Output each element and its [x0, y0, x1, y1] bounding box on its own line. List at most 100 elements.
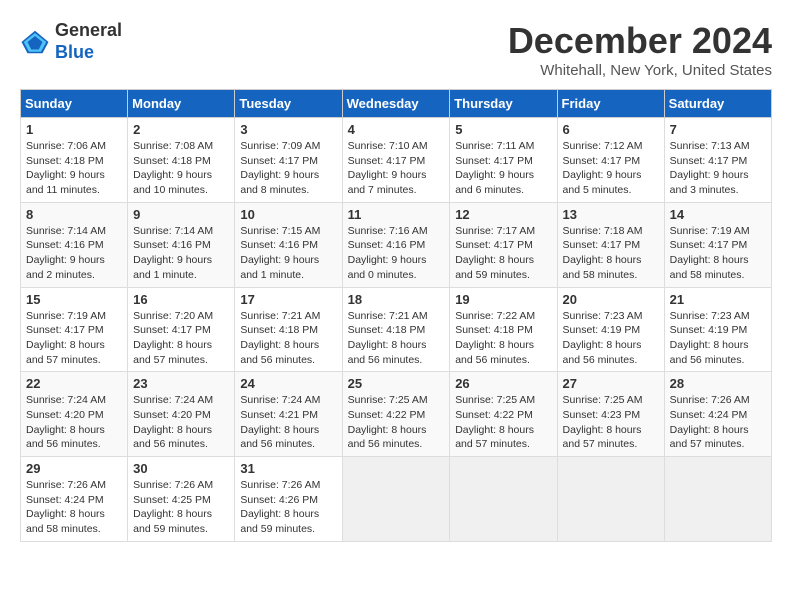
- day-number: 10: [240, 207, 336, 222]
- logo: General Blue: [20, 20, 122, 63]
- day-number: 27: [563, 376, 659, 391]
- calendar-cell: 21 Sunrise: 7:23 AMSunset: 4:19 PMDaylig…: [664, 287, 771, 372]
- calendar-cell: 3 Sunrise: 7:09 AMSunset: 4:17 PMDayligh…: [235, 118, 342, 203]
- day-info: Sunrise: 7:18 AMSunset: 4:17 PMDaylight:…: [563, 225, 643, 281]
- calendar-cell: 31 Sunrise: 7:26 AMSunset: 4:26 PMDaylig…: [235, 457, 342, 542]
- day-number: 28: [670, 376, 766, 391]
- calendar-cell: 12 Sunrise: 7:17 AMSunset: 4:17 PMDaylig…: [450, 202, 557, 287]
- day-info: Sunrise: 7:08 AMSunset: 4:18 PMDaylight:…: [133, 140, 213, 196]
- day-number: 22: [26, 376, 122, 391]
- day-info: Sunrise: 7:25 AMSunset: 4:22 PMDaylight:…: [348, 394, 428, 450]
- calendar-cell: 22 Sunrise: 7:24 AMSunset: 4:20 PMDaylig…: [21, 372, 128, 457]
- calendar-cell: 28 Sunrise: 7:26 AMSunset: 4:24 PMDaylig…: [664, 372, 771, 457]
- calendar-cell: 16 Sunrise: 7:20 AMSunset: 4:17 PMDaylig…: [128, 287, 235, 372]
- calendar-cell: 6 Sunrise: 7:12 AMSunset: 4:17 PMDayligh…: [557, 118, 664, 203]
- day-number: 25: [348, 376, 445, 391]
- month-title: December 2024: [508, 20, 772, 62]
- calendar-cell: 15 Sunrise: 7:19 AMSunset: 4:17 PMDaylig…: [21, 287, 128, 372]
- day-info: Sunrise: 7:23 AMSunset: 4:19 PMDaylight:…: [563, 310, 643, 366]
- day-number: 13: [563, 207, 659, 222]
- calendar-cell: 18 Sunrise: 7:21 AMSunset: 4:18 PMDaylig…: [342, 287, 450, 372]
- day-number: 20: [563, 292, 659, 307]
- calendar-cell: 26 Sunrise: 7:25 AMSunset: 4:22 PMDaylig…: [450, 372, 557, 457]
- day-number: 31: [240, 461, 336, 476]
- calendar-cell: 13 Sunrise: 7:18 AMSunset: 4:17 PMDaylig…: [557, 202, 664, 287]
- day-info: Sunrise: 7:13 AMSunset: 4:17 PMDaylight:…: [670, 140, 750, 196]
- day-info: Sunrise: 7:26 AMSunset: 4:24 PMDaylight:…: [670, 394, 750, 450]
- day-info: Sunrise: 7:24 AMSunset: 4:20 PMDaylight:…: [26, 394, 106, 450]
- calendar-cell: 11 Sunrise: 7:16 AMSunset: 4:16 PMDaylig…: [342, 202, 450, 287]
- calendar-cell: 20 Sunrise: 7:23 AMSunset: 4:19 PMDaylig…: [557, 287, 664, 372]
- week-row-3: 15 Sunrise: 7:19 AMSunset: 4:17 PMDaylig…: [21, 287, 772, 372]
- day-info: Sunrise: 7:26 AMSunset: 4:25 PMDaylight:…: [133, 479, 213, 535]
- logo-icon: [20, 27, 50, 57]
- calendar-cell: 14 Sunrise: 7:19 AMSunset: 4:17 PMDaylig…: [664, 202, 771, 287]
- calendar-cell: 5 Sunrise: 7:11 AMSunset: 4:17 PMDayligh…: [450, 118, 557, 203]
- calendar-cell: 10 Sunrise: 7:15 AMSunset: 4:16 PMDaylig…: [235, 202, 342, 287]
- col-header-friday: Friday: [557, 90, 664, 118]
- calendar-cell: 7 Sunrise: 7:13 AMSunset: 4:17 PMDayligh…: [664, 118, 771, 203]
- day-number: 9: [133, 207, 229, 222]
- day-info: Sunrise: 7:23 AMSunset: 4:19 PMDaylight:…: [670, 310, 750, 366]
- day-number: 2: [133, 122, 229, 137]
- day-number: 3: [240, 122, 336, 137]
- day-number: 16: [133, 292, 229, 307]
- week-row-1: 1 Sunrise: 7:06 AMSunset: 4:18 PMDayligh…: [21, 118, 772, 203]
- col-header-wednesday: Wednesday: [342, 90, 450, 118]
- day-info: Sunrise: 7:24 AMSunset: 4:20 PMDaylight:…: [133, 394, 213, 450]
- day-info: Sunrise: 7:06 AMSunset: 4:18 PMDaylight:…: [26, 140, 106, 196]
- week-row-4: 22 Sunrise: 7:24 AMSunset: 4:20 PMDaylig…: [21, 372, 772, 457]
- day-info: Sunrise: 7:09 AMSunset: 4:17 PMDaylight:…: [240, 140, 320, 196]
- day-number: 6: [563, 122, 659, 137]
- day-number: 29: [26, 461, 122, 476]
- day-info: Sunrise: 7:14 AMSunset: 4:16 PMDaylight:…: [26, 225, 106, 281]
- calendar-cell: 8 Sunrise: 7:14 AMSunset: 4:16 PMDayligh…: [21, 202, 128, 287]
- day-info: Sunrise: 7:10 AMSunset: 4:17 PMDaylight:…: [348, 140, 428, 196]
- day-number: 5: [455, 122, 551, 137]
- calendar-cell: 4 Sunrise: 7:10 AMSunset: 4:17 PMDayligh…: [342, 118, 450, 203]
- col-header-saturday: Saturday: [664, 90, 771, 118]
- day-info: Sunrise: 7:11 AMSunset: 4:17 PMDaylight:…: [455, 140, 534, 196]
- calendar-cell: 29 Sunrise: 7:26 AMSunset: 4:24 PMDaylig…: [21, 457, 128, 542]
- day-info: Sunrise: 7:22 AMSunset: 4:18 PMDaylight:…: [455, 310, 535, 366]
- day-number: 7: [670, 122, 766, 137]
- day-number: 8: [26, 207, 122, 222]
- col-header-sunday: Sunday: [21, 90, 128, 118]
- calendar-cell: 1 Sunrise: 7:06 AMSunset: 4:18 PMDayligh…: [21, 118, 128, 203]
- logo-text: General Blue: [55, 20, 122, 63]
- col-header-monday: Monday: [128, 90, 235, 118]
- day-info: Sunrise: 7:16 AMSunset: 4:16 PMDaylight:…: [348, 225, 428, 281]
- calendar-cell: 25 Sunrise: 7:25 AMSunset: 4:22 PMDaylig…: [342, 372, 450, 457]
- day-info: Sunrise: 7:25 AMSunset: 4:22 PMDaylight:…: [455, 394, 535, 450]
- title-area: December 2024 Whitehall, New York, Unite…: [508, 20, 772, 79]
- day-number: 4: [348, 122, 445, 137]
- day-number: 26: [455, 376, 551, 391]
- day-number: 30: [133, 461, 229, 476]
- day-info: Sunrise: 7:21 AMSunset: 4:18 PMDaylight:…: [348, 310, 428, 366]
- day-number: 1: [26, 122, 122, 137]
- day-number: 19: [455, 292, 551, 307]
- day-number: 17: [240, 292, 336, 307]
- calendar-cell: 27 Sunrise: 7:25 AMSunset: 4:23 PMDaylig…: [557, 372, 664, 457]
- day-number: 18: [348, 292, 445, 307]
- day-info: Sunrise: 7:19 AMSunset: 4:17 PMDaylight:…: [670, 225, 750, 281]
- day-number: 21: [670, 292, 766, 307]
- day-info: Sunrise: 7:15 AMSunset: 4:16 PMDaylight:…: [240, 225, 320, 281]
- week-row-2: 8 Sunrise: 7:14 AMSunset: 4:16 PMDayligh…: [21, 202, 772, 287]
- day-number: 11: [348, 207, 445, 222]
- day-number: 24: [240, 376, 336, 391]
- col-header-thursday: Thursday: [450, 90, 557, 118]
- page-header: General Blue December 2024 Whitehall, Ne…: [20, 20, 772, 79]
- day-info: Sunrise: 7:26 AMSunset: 4:24 PMDaylight:…: [26, 479, 106, 535]
- day-info: Sunrise: 7:19 AMSunset: 4:17 PMDaylight:…: [26, 310, 106, 366]
- calendar-cell: 30 Sunrise: 7:26 AMSunset: 4:25 PMDaylig…: [128, 457, 235, 542]
- calendar-cell: 19 Sunrise: 7:22 AMSunset: 4:18 PMDaylig…: [450, 287, 557, 372]
- day-info: Sunrise: 7:20 AMSunset: 4:17 PMDaylight:…: [133, 310, 213, 366]
- calendar-cell: [342, 457, 450, 542]
- calendar-table: SundayMondayTuesdayWednesdayThursdayFrid…: [20, 89, 772, 542]
- calendar-cell: [557, 457, 664, 542]
- day-number: 23: [133, 376, 229, 391]
- calendar-cell: 23 Sunrise: 7:24 AMSunset: 4:20 PMDaylig…: [128, 372, 235, 457]
- calendar-cell: 2 Sunrise: 7:08 AMSunset: 4:18 PMDayligh…: [128, 118, 235, 203]
- calendar-cell: [664, 457, 771, 542]
